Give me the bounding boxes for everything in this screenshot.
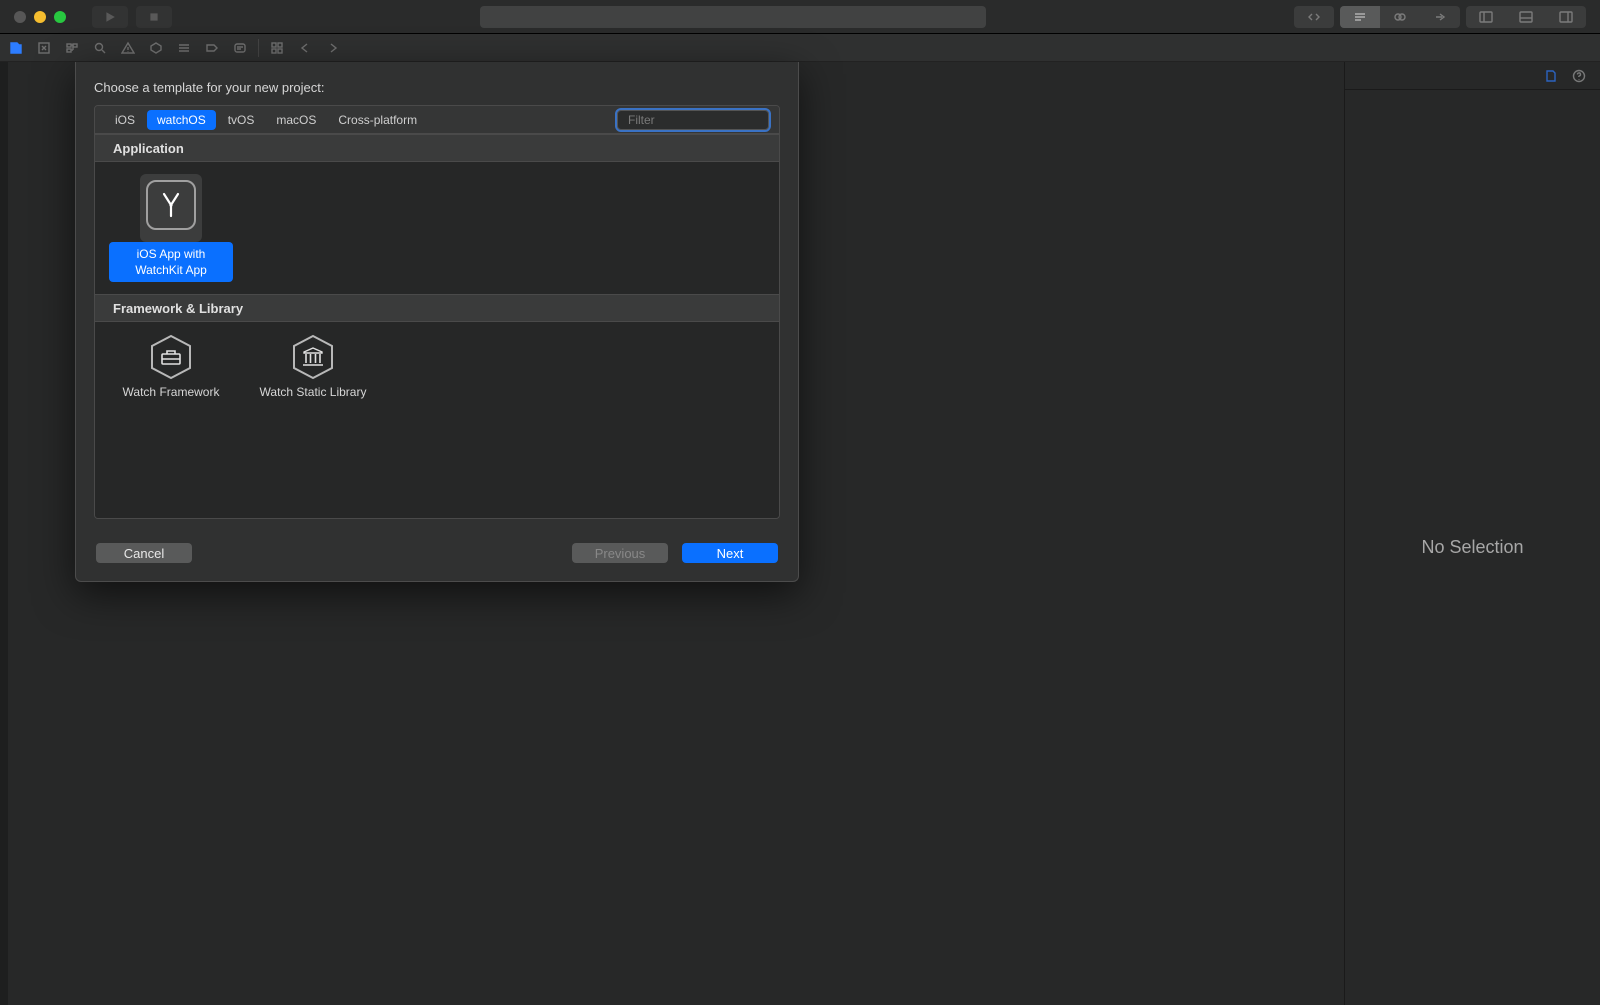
filter-field-wrap[interactable] xyxy=(617,110,769,130)
stop-button[interactable] xyxy=(136,6,172,28)
code-view-button[interactable] xyxy=(1294,6,1334,28)
report-navigator-icon[interactable] xyxy=(230,38,250,58)
platform-tab-tvos[interactable]: tvOS xyxy=(218,110,265,130)
version-editor-button[interactable] xyxy=(1420,6,1460,28)
inspector-panel: No Selection xyxy=(1344,62,1600,1005)
file-inspector-icon[interactable] xyxy=(1544,69,1558,83)
editor-options-group xyxy=(1294,6,1334,28)
toolbar-run-group xyxy=(92,6,172,28)
template-label: Watch Static Library xyxy=(252,380,375,404)
platform-tab-watchos[interactable]: watchOS xyxy=(147,110,216,130)
sheet-footer: Cancel Previous Next xyxy=(94,519,780,563)
editor-area: Choose a template for your new project: … xyxy=(8,62,1344,1005)
platform-tab-ios[interactable]: iOS xyxy=(105,110,145,130)
platform-tabs: iOS watchOS tvOS macOS Cross-platform xyxy=(95,106,779,134)
maximize-window-button[interactable] xyxy=(54,11,66,23)
template-ios-app-with-watchkit[interactable]: iOS App with WatchKit App xyxy=(109,174,233,282)
section-body-framework: Watch Framework Watch Static Library xyxy=(95,322,779,518)
next-button[interactable]: Next xyxy=(682,543,778,563)
editor-mode-group xyxy=(1340,6,1460,28)
template-watch-framework[interactable]: Watch Framework xyxy=(109,334,233,506)
debug-navigator-icon[interactable] xyxy=(174,38,194,58)
previous-button[interactable]: Previous xyxy=(572,543,668,563)
new-project-sheet: Choose a template for your new project: … xyxy=(75,62,799,582)
section-body-application: iOS App with WatchKit App xyxy=(95,162,779,294)
toggle-navigator-button[interactable] xyxy=(1466,6,1506,28)
platform-tab-crossplatform[interactable]: Cross-platform xyxy=(328,110,427,130)
sheet-body: iOS watchOS tvOS macOS Cross-platform Ap… xyxy=(94,105,780,519)
filter-input[interactable] xyxy=(628,113,780,127)
activity-viewer[interactable] xyxy=(480,6,986,28)
section-header-application: Application xyxy=(95,134,779,162)
source-control-navigator-icon[interactable] xyxy=(34,38,54,58)
inspector-empty-label: No Selection xyxy=(1345,90,1600,1005)
sheet-title: Choose a template for your new project: xyxy=(94,80,780,95)
back-icon[interactable] xyxy=(295,38,315,58)
workspace: Choose a template for your new project: … xyxy=(0,62,1600,1005)
template-label: iOS App with WatchKit App xyxy=(109,242,233,282)
columns-icon xyxy=(292,334,334,380)
template-label: Watch Framework xyxy=(115,380,228,404)
navigator-collapsed xyxy=(0,62,8,1005)
assistant-editor-button[interactable] xyxy=(1380,6,1420,28)
forward-icon[interactable] xyxy=(323,38,343,58)
project-navigator-icon[interactable] xyxy=(6,38,26,58)
inspector-tabs xyxy=(1345,62,1600,90)
issue-navigator-icon[interactable] xyxy=(118,38,138,58)
toggle-debug-button[interactable] xyxy=(1506,6,1546,28)
toggle-inspectors-button[interactable] xyxy=(1546,6,1586,28)
standard-editor-button[interactable] xyxy=(1340,6,1380,28)
template-watch-static-library[interactable]: Watch Static Library xyxy=(251,334,375,506)
platform-tab-macos[interactable]: macOS xyxy=(266,110,326,130)
run-button[interactable] xyxy=(92,6,128,28)
titlebar xyxy=(0,0,1600,34)
watch-hands-icon xyxy=(146,180,196,230)
navigator-tabs xyxy=(0,34,1600,62)
titlebar-right-tools xyxy=(1294,6,1586,28)
panel-toggle-group xyxy=(1466,6,1586,28)
minimize-window-button[interactable] xyxy=(34,11,46,23)
symbol-navigator-icon[interactable] xyxy=(62,38,82,58)
grid-view-icon[interactable] xyxy=(267,38,287,58)
toolbox-icon xyxy=(150,334,192,380)
find-navigator-icon[interactable] xyxy=(90,38,110,58)
cancel-button[interactable]: Cancel xyxy=(96,543,192,563)
test-navigator-icon[interactable] xyxy=(146,38,166,58)
traffic-lights xyxy=(14,11,66,23)
close-window-button[interactable] xyxy=(14,11,26,23)
breakpoint-navigator-icon[interactable] xyxy=(202,38,222,58)
help-inspector-icon[interactable] xyxy=(1572,69,1586,83)
section-header-framework: Framework & Library xyxy=(95,294,779,322)
